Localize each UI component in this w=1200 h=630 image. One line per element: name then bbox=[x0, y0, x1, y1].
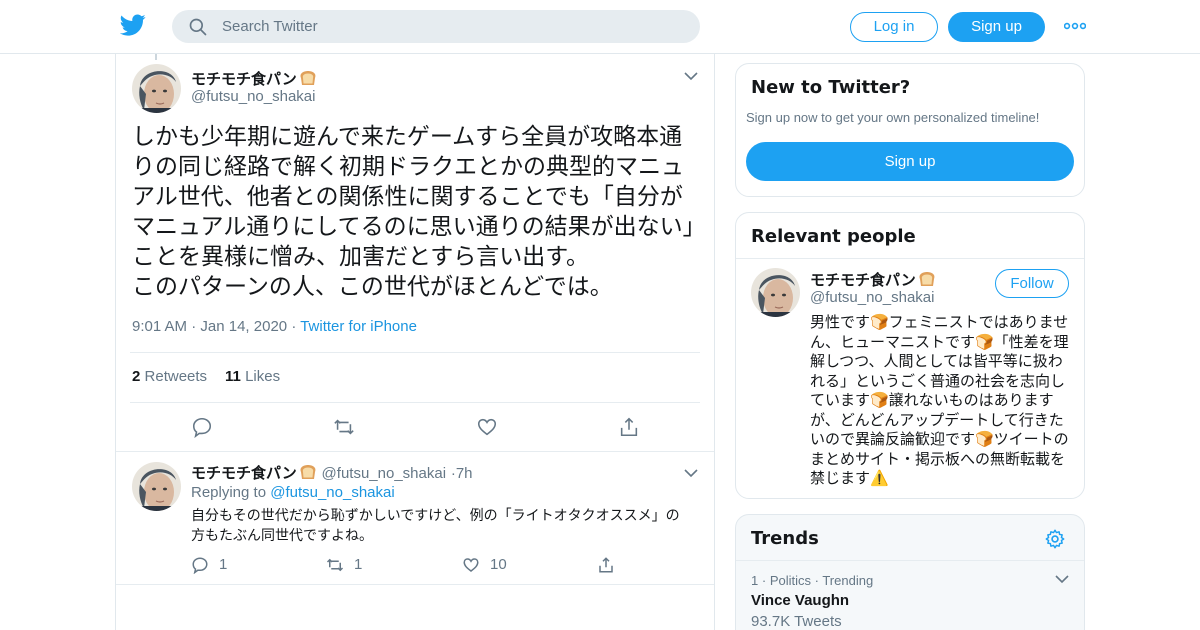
avatar-image bbox=[751, 268, 800, 317]
likes-label: Likes bbox=[245, 368, 281, 385]
tweet-stats: 2 Retweets 11 Likes bbox=[132, 368, 280, 385]
chevron-down-icon[interactable] bbox=[1055, 574, 1069, 584]
retweets-stat[interactable]: 2 Retweets bbox=[132, 368, 207, 385]
new-to-twitter-title: New to Twitter? bbox=[751, 77, 911, 98]
trends-title: Trends bbox=[751, 528, 819, 549]
top-navigation-bar: Search Twitter Log in Sign up bbox=[0, 0, 1200, 54]
avatar[interactable] bbox=[132, 64, 181, 113]
retweets-label: Retweets bbox=[144, 368, 208, 385]
sidebar-signup-button[interactable]: Sign up bbox=[746, 142, 1074, 181]
divider bbox=[116, 584, 714, 585]
divider bbox=[116, 451, 714, 452]
divider bbox=[736, 258, 1084, 259]
divider bbox=[736, 560, 1084, 561]
more-dots-icon[interactable] bbox=[1064, 18, 1086, 34]
bread-emoji-icon bbox=[300, 465, 316, 479]
likes-stat[interactable]: 11 Likes bbox=[225, 368, 280, 385]
replying-to-link[interactable]: @futsu_no_shakai bbox=[270, 484, 394, 501]
author-handle[interactable]: @futsu_no_shakai bbox=[191, 88, 315, 105]
new-to-twitter-subtitle: Sign up now to get your own personalized… bbox=[746, 110, 1040, 125]
reply-text: 自分もその世代だから恥ずかしいですけど、例の「ライトオタクオススメ」の方もたぶん… bbox=[191, 508, 680, 544]
like-count: 10 bbox=[490, 556, 507, 573]
person-name-text: モチモチ食パン bbox=[810, 271, 916, 289]
reply-header: モチモチ食パン @futsu_no_shakai ·7h bbox=[191, 462, 473, 483]
retweet-icon bbox=[326, 558, 344, 572]
reply-author-name[interactable]: モチモチ食パン bbox=[191, 464, 297, 482]
tweet-source-link[interactable]: Twitter for iPhone bbox=[300, 318, 417, 335]
chevron-down-icon[interactable] bbox=[684, 71, 698, 81]
tweet-column: モチモチ食パン @futsu_no_shakai しかも少年期に遊んで来たゲーム… bbox=[115, 54, 715, 630]
share-icon[interactable] bbox=[618, 416, 640, 438]
tweet-time[interactable]: 9:01 AM bbox=[132, 318, 187, 335]
signup-button[interactable]: Sign up bbox=[948, 12, 1045, 42]
person-name[interactable]: モチモチ食パン bbox=[810, 269, 936, 290]
bread-emoji-icon bbox=[300, 71, 316, 85]
replying-to: Replying to @futsu_no_shakai bbox=[191, 484, 395, 501]
search-bar[interactable]: Search Twitter bbox=[172, 10, 700, 43]
divider bbox=[130, 402, 700, 403]
search-input[interactable]: Search Twitter bbox=[222, 18, 318, 35]
like-icon bbox=[463, 558, 479, 572]
likes-count: 11 bbox=[225, 368, 241, 385]
author-name-text: モチモチ食パン bbox=[191, 70, 297, 88]
tweet-text: しかも少年期に遊んで来たゲームすら全員が攻略本通りの同じ経路で解く初期ドラクエと… bbox=[132, 122, 702, 302]
avatar[interactable] bbox=[132, 462, 181, 511]
relevant-people-title: Relevant people bbox=[751, 226, 916, 247]
tweet-metadata: 9:01 AM · Jan 14, 2020 · Twitter for iPh… bbox=[132, 318, 417, 335]
trend-category: Politics bbox=[769, 573, 811, 588]
avatar[interactable] bbox=[751, 268, 800, 317]
person-handle[interactable]: @futsu_no_shakai bbox=[810, 289, 934, 306]
person-bio: 男性です🍞フェミニストではありません、ヒューマニストです🍞「性差を理解しつつ、人… bbox=[810, 313, 1069, 487]
share-icon[interactable] bbox=[597, 556, 615, 574]
search-icon bbox=[189, 18, 207, 36]
relevant-people-card: Relevant people モチモチ食パン @futsu_no_shakai… bbox=[735, 212, 1085, 499]
meta-separator: · bbox=[291, 318, 301, 335]
retweets-count: 2 bbox=[132, 368, 141, 385]
bread-emoji-icon bbox=[919, 272, 935, 286]
reply-age[interactable]: 7h bbox=[456, 465, 473, 482]
retweet-action[interactable]: 1 bbox=[326, 555, 386, 575]
reply-count: 1 bbox=[219, 556, 228, 573]
retweet-icon[interactable] bbox=[333, 416, 355, 438]
trend-name[interactable]: Vince Vaughn bbox=[751, 592, 849, 609]
trend-context: 1 · Politics · Trending bbox=[751, 573, 873, 588]
reply-action[interactable]: 1 bbox=[191, 555, 251, 575]
login-button[interactable]: Log in bbox=[850, 12, 938, 42]
gear-icon[interactable] bbox=[1044, 528, 1066, 550]
avatar-image bbox=[132, 64, 181, 113]
tweet-text-body: しかも少年期に遊んで来たゲームすら全員が攻略本通りの同じ経路で解く初期ドラクエと… bbox=[132, 124, 695, 300]
avatar-image bbox=[132, 462, 181, 511]
new-to-twitter-card: New to Twitter? Sign up now to get your … bbox=[735, 63, 1085, 197]
like-action[interactable]: 10 bbox=[462, 555, 532, 575]
meta-separator: · bbox=[761, 573, 770, 588]
reply-icon bbox=[192, 557, 208, 574]
trend-tweet-count: 93.7K Tweets bbox=[751, 613, 842, 630]
follow-button[interactable]: Follow bbox=[995, 269, 1069, 298]
reply-icon[interactable] bbox=[191, 416, 213, 438]
thread-connector bbox=[155, 54, 157, 60]
trends-card: Trends 1 · Politics · Trending Vince Vau… bbox=[735, 514, 1085, 630]
tweet-date[interactable]: Jan 14, 2020 bbox=[200, 318, 287, 335]
author-name[interactable]: モチモチ食パン bbox=[191, 68, 317, 89]
reply-author-handle[interactable]: @futsu_no_shakai bbox=[322, 465, 446, 482]
twitter-bird-icon[interactable] bbox=[120, 12, 146, 38]
like-icon[interactable] bbox=[476, 416, 498, 438]
trend-status: Trending bbox=[822, 573, 874, 588]
divider bbox=[130, 352, 700, 353]
retweet-count: 1 bbox=[354, 556, 363, 573]
trend-rank: 1 bbox=[751, 573, 759, 588]
meta-separator: · bbox=[191, 318, 201, 335]
chevron-down-icon[interactable] bbox=[684, 468, 698, 478]
replying-prefix: Replying to bbox=[191, 484, 267, 501]
